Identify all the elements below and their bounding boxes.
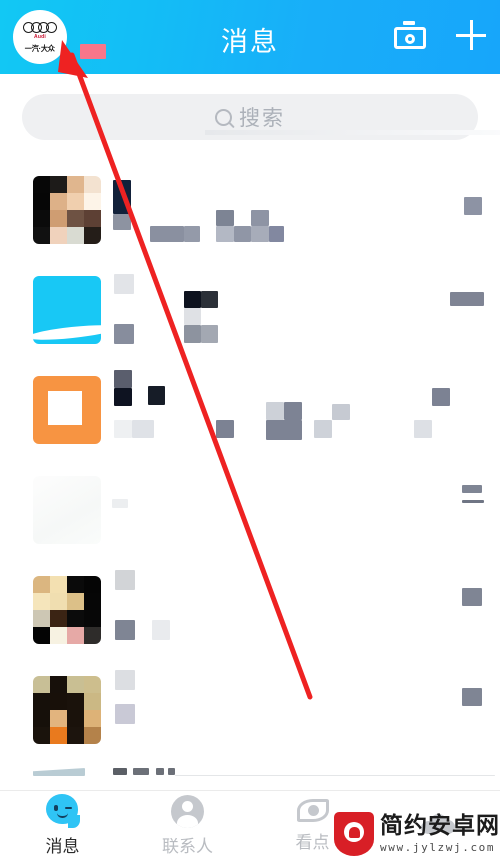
avatar [33,676,101,744]
search-icon [215,108,232,126]
search-zone: 搜索 [0,74,500,162]
avatar [33,376,101,444]
app-header: Audi 一汽·大众 消息 [0,0,500,74]
avatar [33,576,101,644]
tab-label: 看点 [295,833,330,853]
tab-label: 消息 [45,837,80,857]
header-actions [394,20,486,50]
table-row[interactable] [0,662,500,762]
site-watermark: 简约安卓网 www.jylzwj.com [334,812,500,856]
table-row[interactable] [0,562,500,662]
table-row[interactable] [0,764,500,790]
watermark-title: 简约安卓网 [380,813,500,839]
avatar [33,476,101,544]
camera-icon[interactable] [394,21,426,49]
watermark-url: www.jylzwj.com [380,841,496,854]
table-row[interactable] [0,362,500,462]
eye-icon [295,798,331,824]
tab-label: 联系人 [162,836,213,857]
tab-contacts[interactable]: 联系人 [125,791,250,860]
person-icon [171,794,204,828]
chat-list[interactable] [0,162,500,790]
avatar [33,176,101,244]
plus-icon[interactable] [456,20,486,50]
qq-face-icon [45,794,80,828]
tab-messages[interactable]: 消息 [0,791,125,860]
android-shield-icon [334,812,374,856]
avatar [33,276,101,344]
search-placeholder: 搜索 [239,106,285,130]
table-row[interactable] [0,462,500,562]
redaction-smudge [205,130,500,135]
table-row[interactable] [0,262,500,362]
table-row[interactable] [0,162,500,262]
